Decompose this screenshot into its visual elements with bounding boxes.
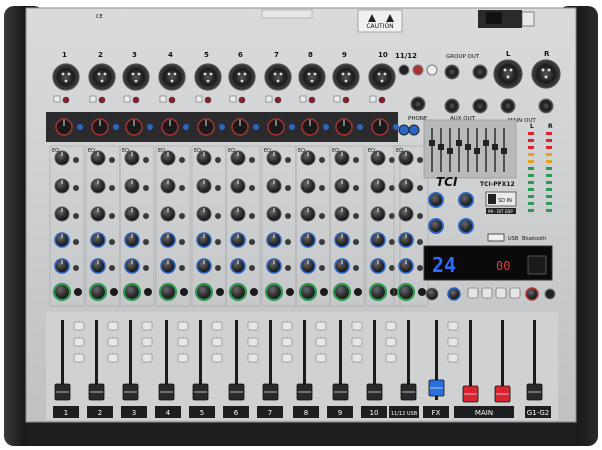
channel-number: 3 [132, 51, 137, 59]
phantom-led [168, 96, 176, 104]
aux-out-1-jack [444, 98, 460, 114]
channel-number: 10 [378, 51, 388, 59]
svg-text:L: L [506, 50, 511, 58]
group-out-2-jack [472, 64, 488, 80]
channel-number: 2 [98, 51, 103, 59]
phantom-led [204, 96, 212, 104]
aux-out-2-jack [472, 98, 488, 114]
clip-led [219, 124, 225, 130]
clip-led [323, 124, 329, 130]
channel-number: 4 [168, 51, 173, 59]
phantom-led [238, 96, 246, 104]
front-lip [28, 422, 576, 446]
clip-led [147, 124, 153, 130]
channel-number: 9 [342, 51, 347, 59]
sd-in-label: SD IN [498, 198, 512, 204]
pan-knob [264, 282, 284, 302]
stereo-left-jack [398, 64, 410, 76]
pan-knob [52, 282, 72, 302]
clip-led [77, 124, 83, 130]
fader-label: 9 [338, 409, 342, 417]
caution-label: CAUTION [366, 23, 393, 30]
channel-number: 6 [238, 51, 243, 59]
channel-number: 1 [62, 51, 67, 59]
clip-led [113, 124, 119, 130]
fader-label: 6 [234, 409, 239, 417]
pan-knob [228, 282, 248, 302]
fader-label: 11/12 USB [391, 411, 418, 417]
fader-label: 1 [64, 409, 68, 417]
pan-knob [194, 282, 214, 302]
phone-jack [410, 96, 426, 112]
fader-label: 10 [370, 409, 379, 417]
pan-knob [396, 282, 416, 302]
channel-number: 5 [204, 51, 209, 59]
usb-label: USB [508, 236, 519, 242]
clip-led [253, 124, 259, 130]
group-out-label: GROUP OUT [446, 54, 480, 60]
model-label: TCI-PFX12 [480, 181, 515, 188]
fader-label: 4 [166, 409, 171, 417]
clip-led [289, 124, 295, 130]
display-value: 24 [432, 253, 456, 277]
phantom-led [308, 96, 316, 104]
pan-knob [88, 282, 108, 302]
pan-knob [332, 282, 352, 302]
pan-knob [158, 282, 178, 302]
display-value-right: 00 [496, 259, 510, 273]
fader-label: 3 [132, 409, 136, 417]
graphic-eq-sliders [429, 128, 507, 172]
fader-labels: 1 2 3 4 5 6 7 8 9 10 11/12 USB FX MAIN G1-G2 [53, 406, 551, 418]
phantom-led [132, 96, 140, 104]
clip-led [183, 124, 189, 130]
brand-logo: TCI [436, 175, 458, 189]
fader-label: FX [432, 409, 441, 417]
channel-number: 7 [274, 51, 279, 59]
mixer-photo: CAUTION CE 1 2 3 4 5 6 7 8 9 10 11/12 GROUP OUT A… [0, 0, 602, 450]
clip-led [357, 124, 363, 130]
fader-label: 7 [268, 409, 272, 417]
fader-label: 2 [98, 409, 102, 417]
svg-text:CE: CE [96, 14, 103, 20]
phantom-led [378, 96, 386, 104]
stereo-right-jack [412, 64, 424, 76]
main-out-left-xlr [493, 59, 523, 89]
fader-label: MAIN [475, 409, 493, 417]
bluetooth-label: Bluetooth [522, 236, 546, 242]
mixer-illustration: CAUTION CE 1 2 3 4 5 6 7 8 9 10 11/12 GROUP OUT A… [4, 6, 598, 446]
phantom-led [342, 96, 350, 104]
stereo-channel-label: 11/12 [395, 52, 417, 60]
clip-led [393, 124, 399, 130]
svg-text:R: R [544, 50, 550, 58]
fader-label: G1-G2 [527, 409, 550, 417]
fader-label: 8 [304, 409, 308, 417]
pan-knob [368, 282, 388, 302]
phantom-led [62, 96, 70, 104]
channel-number: 8 [308, 51, 313, 59]
svg-text:R: R [548, 123, 553, 130]
usb-port [487, 233, 505, 242]
pan-knob [122, 282, 142, 302]
phantom-led [274, 96, 282, 104]
fader-label: 5 [200, 409, 204, 417]
phantom-led [98, 96, 106, 104]
main-out-right-xlr [531, 59, 561, 89]
svg-text:L: L [530, 123, 534, 130]
power-switch [521, 11, 535, 27]
fader-section [46, 312, 558, 420]
dsp-label: 99 - BIT DSP [488, 209, 513, 214]
group-out-1-jack [444, 64, 460, 80]
pan-knob [298, 282, 318, 302]
